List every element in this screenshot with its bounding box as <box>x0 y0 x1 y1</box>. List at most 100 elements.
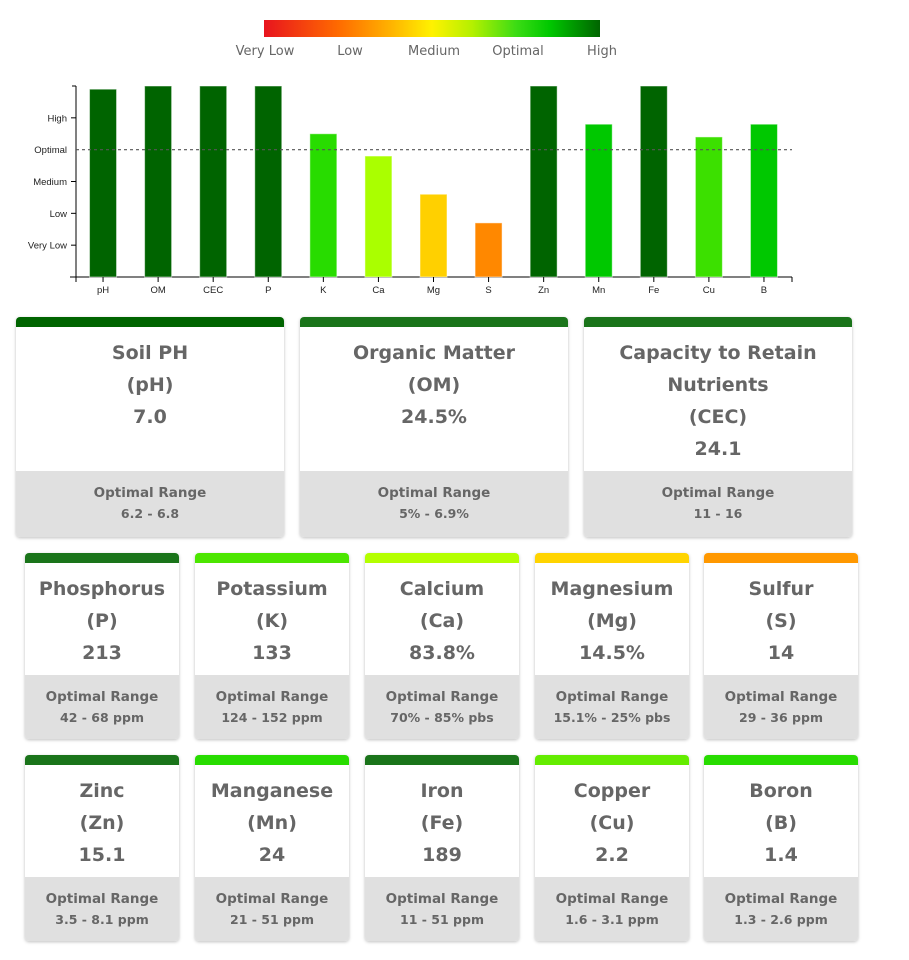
card-symbol: (Fe) <box>420 812 464 834</box>
legend-label-optimal: Optimal <box>492 44 544 59</box>
card-body: Organic Matter (OM) 24.5% <box>300 337 568 433</box>
optimal-range-section: Optimal Range 1.3 - 2.6 ppm <box>704 877 858 941</box>
card-body: Potassium (K) 133 <box>195 573 349 669</box>
y-tick-label: Optimal <box>34 145 67 156</box>
status-color-bar <box>25 553 179 563</box>
optimal-range-value: 21 - 51 ppm <box>230 912 314 927</box>
card-title: Sulfur <box>748 578 814 600</box>
card-symbol: (Zn) <box>79 812 125 834</box>
nutrient-card: Capacity to Retain Nutrients (CEC) 24.1 Opt… <box>584 317 852 537</box>
x-tick-label: Mg <box>427 285 440 296</box>
y-tick-label: Very Low <box>28 241 67 252</box>
bar-s <box>474 222 503 278</box>
card-value: 15.1 <box>78 844 126 866</box>
optimal-range-value: 70% - 85% pbs <box>390 710 494 725</box>
card-body: Magnesium (Mg) 14.5% <box>535 573 689 669</box>
optimal-range-value: 42 - 68 ppm <box>60 710 144 725</box>
bar-p <box>254 85 283 278</box>
card-symbol: (Mn) <box>247 812 297 834</box>
nutrient-card: Zinc (Zn) 15.1 Optimal Range 3.5 - 8.1 ppm <box>25 755 179 941</box>
card-symbol: (Mg) <box>587 610 637 632</box>
nutrient-card: Phosphorus (P) 213 Optimal Range 42 - 68 p… <box>25 553 179 739</box>
optimal-range-value: 124 - 152 ppm <box>221 710 323 725</box>
nutrient-card: Calcium (Ca) 83.8% Optimal Range 70% - 85%… <box>365 553 519 739</box>
card-symbol: (B) <box>765 812 797 834</box>
card-value: 133 <box>252 642 292 664</box>
bar-mn <box>584 123 613 278</box>
card-body: Boron (B) 1.4 <box>704 775 858 871</box>
card-symbol: (Cu) <box>589 812 635 834</box>
card-body: Copper (Cu) 2.2 <box>535 775 689 871</box>
optimal-range-value: 1.3 - 2.6 ppm <box>734 912 828 927</box>
optimal-range-section: Optimal Range 11 - 51 ppm <box>365 877 519 941</box>
status-color-bar <box>365 553 519 563</box>
card-value: 7.0 <box>133 406 167 428</box>
card-body: Sulfur (S) 14 <box>704 573 858 669</box>
card-title: Iron <box>420 780 464 802</box>
status-color-bar <box>16 317 284 327</box>
optimal-range-section: Optimal Range 6.2 - 6.8 <box>16 471 284 537</box>
card-title-line2: Nutrients <box>667 374 769 396</box>
card-title: Magnesium <box>550 578 674 600</box>
card-body: Zinc (Zn) 15.1 <box>25 775 179 871</box>
status-color-bar <box>300 317 568 327</box>
card-symbol: (S) <box>765 610 797 632</box>
optimal-range-value: 29 - 36 ppm <box>739 710 823 725</box>
card-value: 213 <box>82 642 122 664</box>
optimal-range-section: Optimal Range 124 - 152 ppm <box>195 675 349 739</box>
optimal-range-label: Optimal Range <box>724 689 838 705</box>
x-tick-label: B <box>761 285 767 296</box>
card-symbol: (CEC) <box>688 406 748 428</box>
nutrient-card: Magnesium (Mg) 14.5% Optimal Range 15.1% -… <box>535 553 689 739</box>
nutrient-card: Sulfur (S) 14 Optimal Range 29 - 36 ppm <box>704 553 858 739</box>
optimal-range-label: Optimal Range <box>661 485 775 501</box>
card-symbol: (K) <box>255 610 289 632</box>
x-tick-label: K <box>320 285 327 296</box>
nutrient-card: Manganese (Mn) 24 Optimal Range 21 - 51 pp… <box>195 755 349 941</box>
optimal-range-label: Optimal Range <box>385 689 499 705</box>
y-tick-label: Medium <box>33 177 67 188</box>
optimal-range-value: 3.5 - 8.1 ppm <box>55 912 149 927</box>
x-tick-label: Fe <box>648 285 659 296</box>
bar-k <box>309 133 338 278</box>
optimal-range-label: Optimal Range <box>215 689 329 705</box>
card-value: 14.5% <box>579 642 645 664</box>
bar-om <box>144 85 173 278</box>
card-value: 83.8% <box>409 642 475 664</box>
optimal-range-value: 11 - 51 ppm <box>400 912 484 927</box>
y-tick-label: Low <box>50 209 68 220</box>
x-tick-label: Ca <box>372 285 385 296</box>
optimal-range-label: Optimal Range <box>45 689 159 705</box>
status-color-bar <box>195 755 349 765</box>
optimal-range-label: Optimal Range <box>555 689 669 705</box>
bar-cec <box>199 85 228 278</box>
legend-label-medium: Medium <box>408 44 460 59</box>
legend-label-very-low: Very Low <box>235 44 295 59</box>
optimal-range-section: Optimal Range 70% - 85% pbs <box>365 675 519 739</box>
x-tick-label: Mn <box>592 285 605 296</box>
optimal-range-section: Optimal Range 1.6 - 3.1 ppm <box>535 877 689 941</box>
status-color-bar <box>195 553 349 563</box>
optimal-range-value: 1.6 - 3.1 ppm <box>565 912 659 927</box>
nutrient-card: Iron (Fe) 189 Optimal Range 11 - 51 ppm <box>365 755 519 941</box>
card-value: 24.1 <box>694 438 742 460</box>
optimal-range-value: 15.1% - 25% pbs <box>553 710 671 725</box>
card-value: 14 <box>767 642 795 664</box>
bar-mg <box>419 193 448 278</box>
card-title: Potassium <box>216 578 328 600</box>
status-color-bar <box>365 755 519 765</box>
optimal-range-label: Optimal Range <box>215 891 329 907</box>
card-body: Calcium (Ca) 83.8% <box>365 573 519 669</box>
x-tick-label: OM <box>150 285 165 296</box>
optimal-range-value: 5% - 6.9% <box>399 506 469 521</box>
optimal-range-section: Optimal Range 15.1% - 25% pbs <box>535 675 689 739</box>
bar-b <box>749 123 778 278</box>
x-tick-label: P <box>265 285 271 296</box>
card-title: Phosphorus <box>38 578 166 600</box>
optimal-range-label: Optimal Range <box>724 891 838 907</box>
bar-ca <box>364 155 393 278</box>
x-tick-label: Zn <box>538 285 549 296</box>
card-body: Manganese (Mn) 24 <box>195 775 349 871</box>
status-color-bar <box>25 755 179 765</box>
bar-ph <box>89 88 118 278</box>
